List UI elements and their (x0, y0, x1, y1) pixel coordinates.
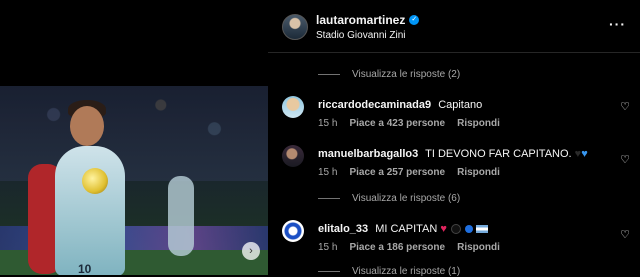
chevron-right-icon[interactable]: › (242, 242, 260, 260)
background-player (168, 176, 194, 256)
football (82, 168, 108, 194)
view-replies-label[interactable]: Visualizza le risposte (6) (352, 193, 460, 204)
view-replies-label[interactable]: Visualizza le risposte (2) (352, 69, 460, 80)
author-avatar[interactable] (282, 14, 308, 40)
black-circle-icon (451, 224, 461, 235)
like-heart-icon[interactable]: ♡ (620, 100, 630, 113)
comment-likes[interactable]: Piace a 186 persone (349, 242, 445, 253)
view-replies-link[interactable]: Visualizza le risposte (6) (318, 193, 460, 204)
commenter-username[interactable]: riccardodecaminada9 (318, 99, 431, 111)
comment-likes[interactable]: Piace a 257 persone (349, 167, 445, 178)
post-location[interactable]: Stadio Giovanni Zini (316, 30, 406, 41)
commenter-avatar[interactable] (282, 145, 304, 167)
player-head (70, 106, 104, 146)
view-replies-link[interactable]: Visualizza le risposte (1) (318, 266, 460, 277)
replies-line (318, 198, 340, 199)
comment-time[interactable]: 15 h (318, 167, 337, 178)
reply-button[interactable]: Rispondi (457, 242, 500, 253)
commenter-avatar[interactable] (282, 96, 304, 118)
comment-time[interactable]: 15 h (318, 118, 337, 129)
comment-likes[interactable]: Piace a 423 persone (349, 118, 445, 129)
comment-text-row: riccardodecaminada9 Capitano (318, 99, 482, 111)
comment-meta: 15 h Piace a 423 persone Rispondi (318, 118, 500, 129)
like-heart-icon[interactable]: ♡ (620, 153, 630, 166)
reply-button[interactable]: Rispondi (457, 167, 500, 178)
blue-heart-icon: ♥ (581, 148, 588, 160)
replies-line (318, 271, 340, 272)
comment-time[interactable]: 15 h (318, 242, 337, 253)
view-replies-label[interactable]: Visualizza le risposte (1) (352, 266, 460, 277)
replies-line (318, 74, 340, 75)
comment-text-row: elitalo_33 MI CAPITAN ♥ (318, 223, 489, 235)
post-photo[interactable]: 10 (0, 86, 268, 275)
view-replies-link[interactable]: Visualizza le risposte (2) (318, 69, 460, 80)
shirt-number: 10 (78, 262, 92, 275)
author-username[interactable]: lautaromartinez (316, 13, 405, 27)
comment-body: MI CAPITAN (375, 223, 438, 235)
comment-body: Capitano (438, 99, 483, 111)
comments-panel: lautaromartinez ✓ Stadio Giovanni Zini ·… (268, 0, 640, 277)
comment-text-row: manuelbarbagallo3 TI DEVONO FAR CAPITANO… (318, 148, 588, 160)
red-heart-icon: ♥ (440, 223, 447, 235)
commenter-avatar[interactable] (282, 220, 304, 242)
verified-badge-icon: ✓ (409, 15, 420, 25)
post-header: lautaromartinez ✓ Stadio Giovanni Zini ·… (268, 0, 640, 53)
author-username-row[interactable]: lautaromartinez ✓ (316, 13, 420, 27)
comment-body: TI DEVONO FAR CAPITANO. (425, 148, 572, 160)
post-media: 10 › (0, 0, 268, 275)
reply-button[interactable]: Rispondi (457, 118, 500, 129)
commenter-username[interactable]: manuelbarbagallo3 (318, 148, 418, 160)
commenter-username[interactable]: elitalo_33 (318, 223, 368, 235)
more-options-icon[interactable]: ··· (609, 16, 626, 32)
argentina-flag-icon (476, 225, 489, 234)
comment-meta: 15 h Piace a 257 persone Rispondi (318, 167, 500, 178)
comment-meta: 15 h Piace a 186 persone Rispondi (318, 242, 500, 253)
blue-circle-icon (465, 225, 474, 234)
main-player (55, 146, 125, 275)
like-heart-icon[interactable]: ♡ (620, 228, 630, 241)
